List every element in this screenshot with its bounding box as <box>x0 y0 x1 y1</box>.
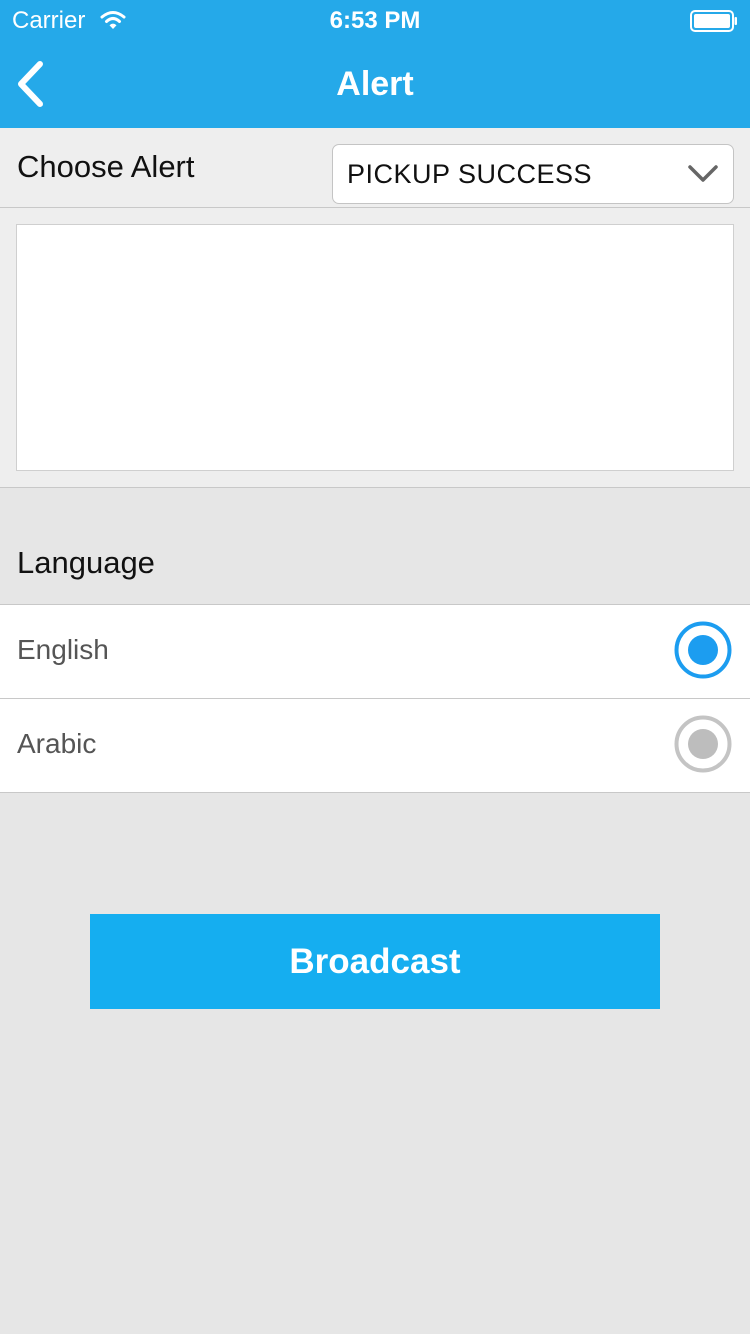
radio-selected-icon[interactable] <box>674 621 732 679</box>
language-option-english[interactable]: English <box>0 605 750 699</box>
battery-icon <box>690 10 737 32</box>
message-section <box>0 208 750 488</box>
top-bar: Carrier 6:53 PM Alert <box>0 0 750 128</box>
broadcast-button[interactable]: Broadcast <box>90 914 660 1009</box>
language-option-label: English <box>17 634 109 665</box>
language-option-arabic[interactable]: Arabic <box>0 699 750 793</box>
alert-type-selected-value: PICKUP SUCCESS <box>347 159 593 189</box>
alert-screen: Carrier 6:53 PM Alert Choose Alert PICKU… <box>0 0 750 1334</box>
radio-unselected-icon[interactable] <box>674 715 732 773</box>
choose-alert-label: Choose Alert <box>17 149 195 184</box>
language-options: English Arabic <box>0 604 750 793</box>
page-title: Alert <box>336 65 414 103</box>
alert-message-input[interactable] <box>16 224 734 471</box>
language-option-label: Arabic <box>17 728 97 759</box>
alert-type-dropdown[interactable]: PICKUP SUCCESS <box>332 144 734 204</box>
chevron-down-icon <box>688 165 718 182</box>
choose-alert-row: Choose Alert PICKUP SUCCESS <box>0 128 750 208</box>
language-header: Language <box>17 545 155 580</box>
status-time: 6:53 PM <box>329 7 421 34</box>
